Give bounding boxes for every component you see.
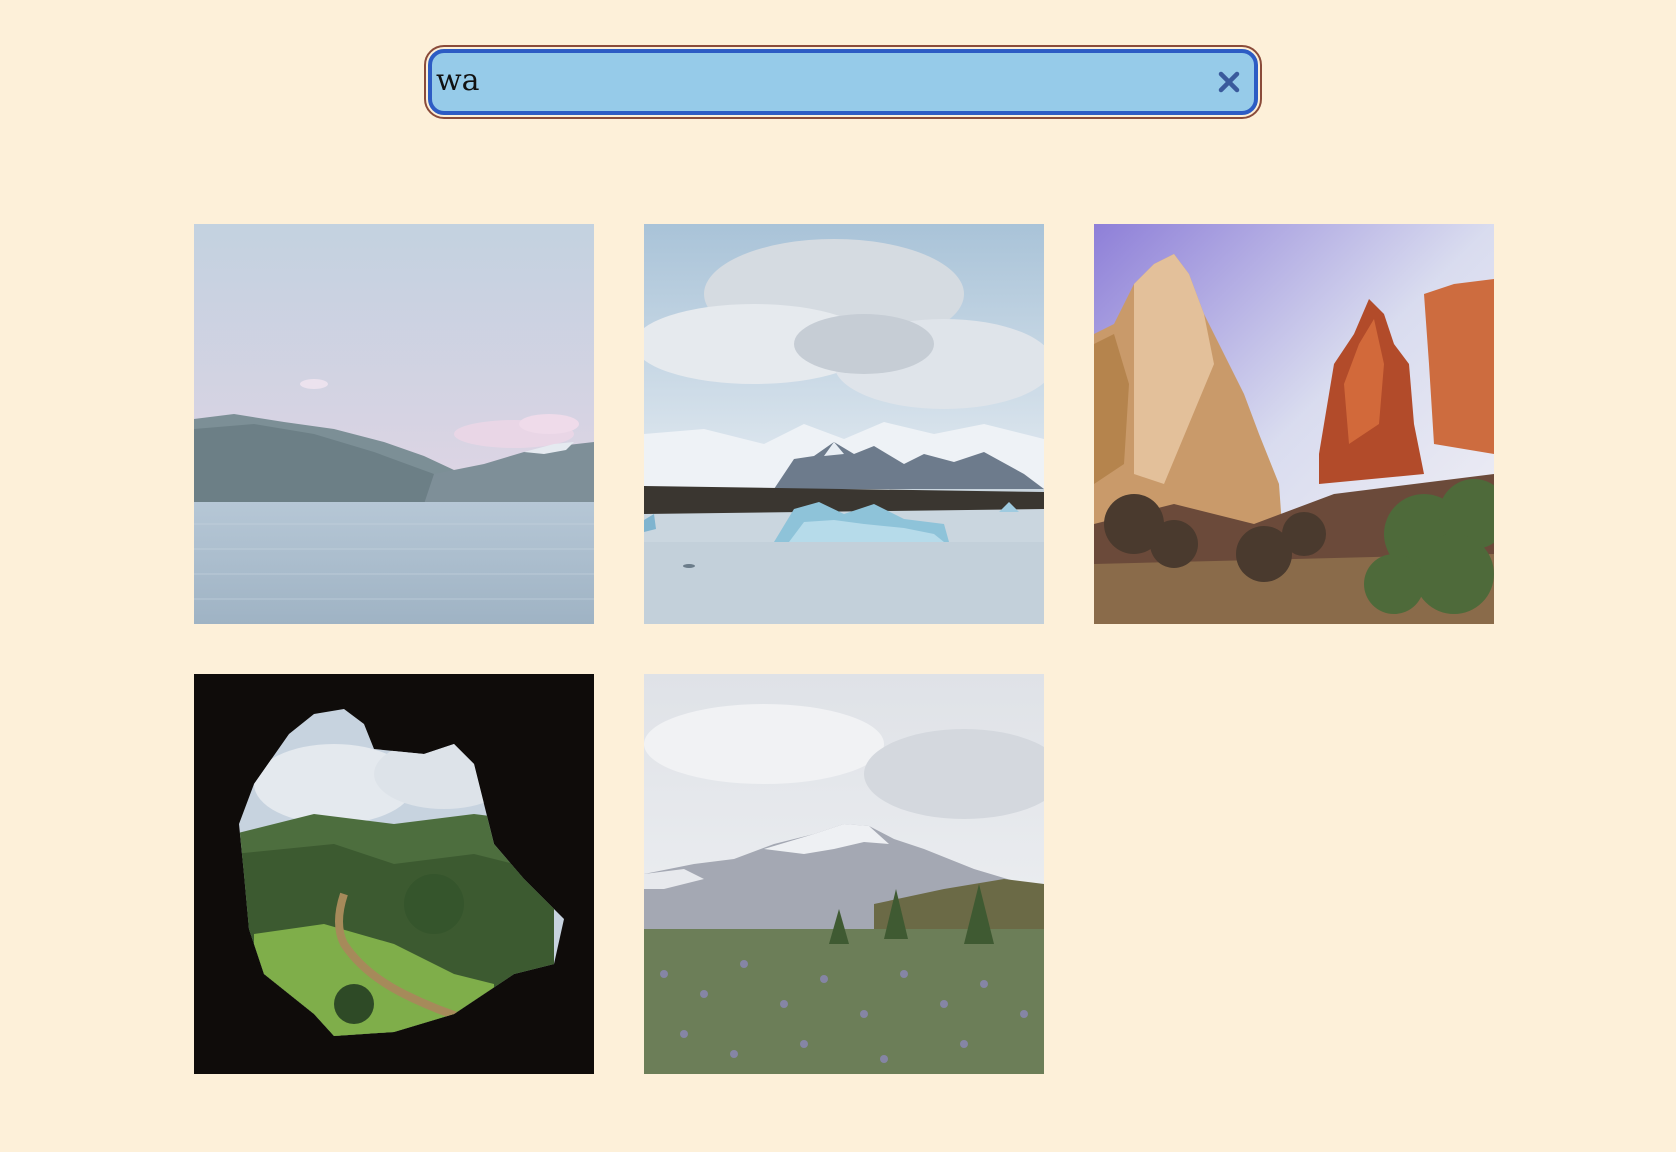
gallery-item[interactable] (1094, 224, 1494, 624)
cave-valley-view-image[interactable] (194, 674, 594, 1074)
clear-search-button[interactable] (1212, 65, 1246, 99)
search-input[interactable] (432, 53, 1192, 111)
glacier-lagoon-image[interactable] (644, 224, 1044, 624)
search-field[interactable] (428, 49, 1258, 115)
search-bar (424, 45, 1262, 119)
lupine-field-mountain-image[interactable] (644, 674, 1044, 1074)
gallery-item[interactable] (194, 224, 594, 624)
image-gallery (194, 224, 1496, 1074)
red-rock-canyon-image[interactable] (1094, 224, 1494, 624)
close-icon (1218, 71, 1240, 93)
gallery-item[interactable] (644, 674, 1044, 1074)
lake-mountains-image[interactable] (194, 224, 594, 624)
gallery-item[interactable] (194, 674, 594, 1074)
gallery-item[interactable] (644, 224, 1044, 624)
